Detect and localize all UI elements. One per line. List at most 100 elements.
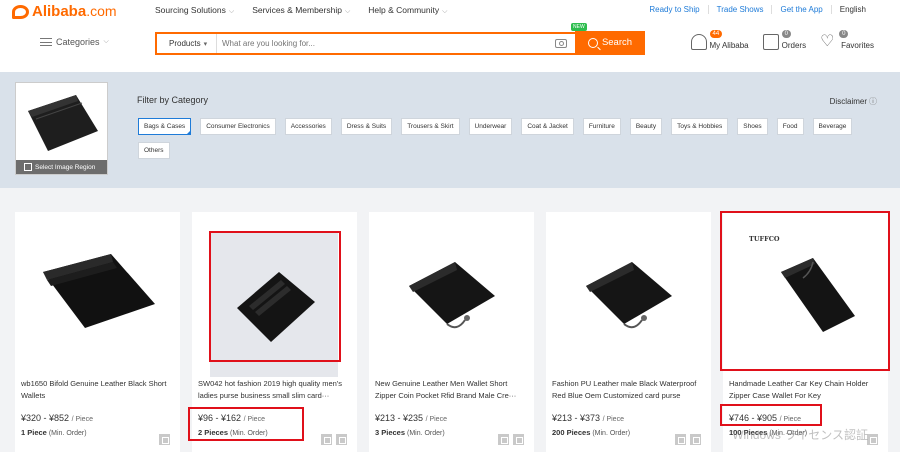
- similar-icon[interactable]: [159, 434, 170, 445]
- min-order: 3 Pieces (Min. Order): [375, 428, 445, 437]
- category-chip[interactable]: Dress & Suits: [341, 118, 392, 135]
- min-order: 1 Piece (Min. Order): [21, 428, 87, 437]
- similar-icon[interactable]: [675, 434, 686, 445]
- categories-menu[interactable]: Categories ⌵: [40, 37, 109, 47]
- highlight-box: [720, 211, 890, 371]
- category-chip[interactable]: Coat & Jacket: [521, 118, 573, 135]
- favorites-badge: 0: [839, 30, 848, 38]
- search-bar: Products NEW Search: [155, 32, 645, 55]
- similar-icon[interactable]: [690, 434, 701, 445]
- search-category-select[interactable]: Products: [157, 34, 217, 53]
- category-chip[interactable]: Underwear: [469, 118, 513, 135]
- menu-icon: [40, 38, 52, 46]
- product-image[interactable]: [546, 212, 711, 372]
- product-card[interactable]: New Genuine Leather Men Wallet Short Zip…: [369, 212, 534, 452]
- category-chip[interactable]: Beverage: [813, 118, 853, 135]
- price-unit: / Piece: [426, 416, 447, 423]
- my-alibaba-badge: 44: [710, 30, 723, 38]
- user-icon: [691, 34, 707, 50]
- language-selector[interactable]: English: [832, 5, 874, 14]
- min-order: 200 Pieces (Min. Order): [552, 428, 630, 437]
- similar-icon[interactable]: [513, 434, 524, 445]
- similar-icon[interactable]: [336, 434, 347, 445]
- wallet-image: [33, 232, 163, 352]
- product-card[interactable]: wb1650 Bifold Genuine Leather Black Shor…: [15, 212, 180, 452]
- product-title[interactable]: SW042 hot fashion 2019 high quality men'…: [198, 378, 350, 402]
- product-title[interactable]: New Genuine Leather Men Wallet Short Zip…: [375, 378, 527, 402]
- utility-links: Ready to Ship Trade Shows Get the App En…: [641, 5, 874, 14]
- moq-suffix: (Min. Order): [49, 430, 87, 437]
- product-price: ¥320 - ¥852 / Piece: [21, 413, 93, 423]
- my-alibaba-label: My Alibaba: [710, 41, 749, 50]
- alibaba-logo-icon: [12, 5, 29, 19]
- highlight-box: [209, 231, 341, 362]
- favorites[interactable]: ♡ 0 Favorites: [820, 34, 874, 50]
- card-action-icons: [159, 434, 170, 445]
- camera-icon[interactable]: [555, 39, 567, 48]
- main-nav: Sourcing Solutions Services & Membership…: [155, 5, 447, 16]
- orders-label: Orders: [782, 41, 806, 50]
- card-action-icons: [675, 434, 701, 445]
- query-image[interactable]: Select Image Region: [15, 82, 108, 175]
- get-the-app-link[interactable]: Get the App: [772, 5, 831, 14]
- similar-icon[interactable]: [321, 434, 332, 445]
- product-title[interactable]: wb1650 Bifold Genuine Leather Black Shor…: [21, 378, 173, 402]
- product-grid: wb1650 Bifold Genuine Leather Black Shor…: [15, 212, 888, 452]
- search-button[interactable]: NEW Search: [575, 31, 645, 54]
- search-icon: [588, 38, 598, 48]
- orders-badge: 0: [782, 30, 791, 38]
- moq-value: 200 Pieces: [552, 428, 590, 437]
- alibaba-logo[interactable]: Alibaba.com: [12, 3, 117, 20]
- category-chip[interactable]: Bags & Cases: [138, 118, 191, 135]
- user-area: 44 My Alibaba 0 Orders ♡ 0 Favorites: [691, 34, 875, 50]
- category-chip[interactable]: Toys & Hobbies: [671, 118, 728, 135]
- category-chip[interactable]: Furniture: [583, 118, 621, 135]
- category-chip[interactable]: Beauty: [630, 118, 662, 135]
- similar-icon[interactable]: [498, 434, 509, 445]
- category-chips: Bags & Cases Consumer Electronics Accessor…: [138, 118, 866, 159]
- product-card[interactable]: TUFFCO Handmade Leather Car Key Chain Ho…: [723, 212, 888, 452]
- category-chip[interactable]: Trousers & Skirt: [401, 118, 459, 135]
- category-chip[interactable]: Others: [138, 142, 170, 159]
- product-card[interactable]: Fashion PU Leather male Black Waterproof…: [546, 212, 711, 452]
- my-alibaba[interactable]: 44 My Alibaba: [691, 34, 749, 50]
- nav-sourcing-solutions[interactable]: Sourcing Solutions: [155, 5, 234, 16]
- product-price: ¥213 - ¥373 / Piece: [552, 413, 624, 423]
- highlight-box: [188, 407, 304, 441]
- nav-help-community[interactable]: Help & Community: [368, 5, 447, 16]
- card-action-icons: [321, 434, 347, 445]
- select-image-region[interactable]: Select Image Region: [16, 160, 107, 174]
- nav-services-membership[interactable]: Services & Membership: [252, 5, 350, 16]
- heart-icon: ♡: [820, 34, 838, 50]
- filter-band: Select Image Region Filter by Category D…: [0, 72, 900, 188]
- card-action-icons: [498, 434, 524, 445]
- top-header: Alibaba.com Sourcing Solutions Services …: [0, 0, 900, 72]
- price-range: ¥320 - ¥852: [21, 413, 69, 423]
- product-card[interactable]: SW042 hot fashion 2019 high quality men'…: [192, 212, 357, 452]
- product-image[interactable]: [369, 212, 534, 372]
- wallet-image: [564, 232, 694, 352]
- similar-icon[interactable]: [867, 434, 878, 445]
- product-title[interactable]: Fashion PU Leather male Black Waterproof…: [552, 378, 704, 402]
- trade-shows-link[interactable]: Trade Shows: [709, 5, 773, 14]
- ready-to-ship-link[interactable]: Ready to Ship: [641, 5, 708, 14]
- categories-label: Categories: [56, 37, 100, 47]
- category-chip[interactable]: Accessories: [285, 118, 332, 135]
- category-chip[interactable]: Food: [777, 118, 804, 135]
- chevron-down-icon: ⌵: [104, 38, 109, 46]
- price-unit: / Piece: [72, 416, 93, 423]
- category-chip[interactable]: Shoes: [737, 118, 767, 135]
- search-input[interactable]: [217, 39, 555, 48]
- new-badge: NEW: [571, 23, 587, 31]
- filter-title: Filter by Category: [137, 95, 208, 105]
- category-chip[interactable]: Consumer Electronics: [200, 118, 276, 135]
- disclaimer-link[interactable]: Disclaimer: [830, 96, 877, 107]
- highlight-box: [720, 404, 822, 426]
- product-title[interactable]: Handmade Leather Car Key Chain Holder Zi…: [729, 378, 881, 402]
- moq-suffix: (Min. Order): [592, 430, 630, 437]
- card-action-icons: [867, 434, 878, 445]
- product-price: ¥213 - ¥235 / Piece: [375, 413, 447, 423]
- product-image[interactable]: [15, 212, 180, 372]
- logo-suffix: .com: [86, 3, 116, 19]
- orders[interactable]: 0 Orders: [763, 34, 806, 50]
